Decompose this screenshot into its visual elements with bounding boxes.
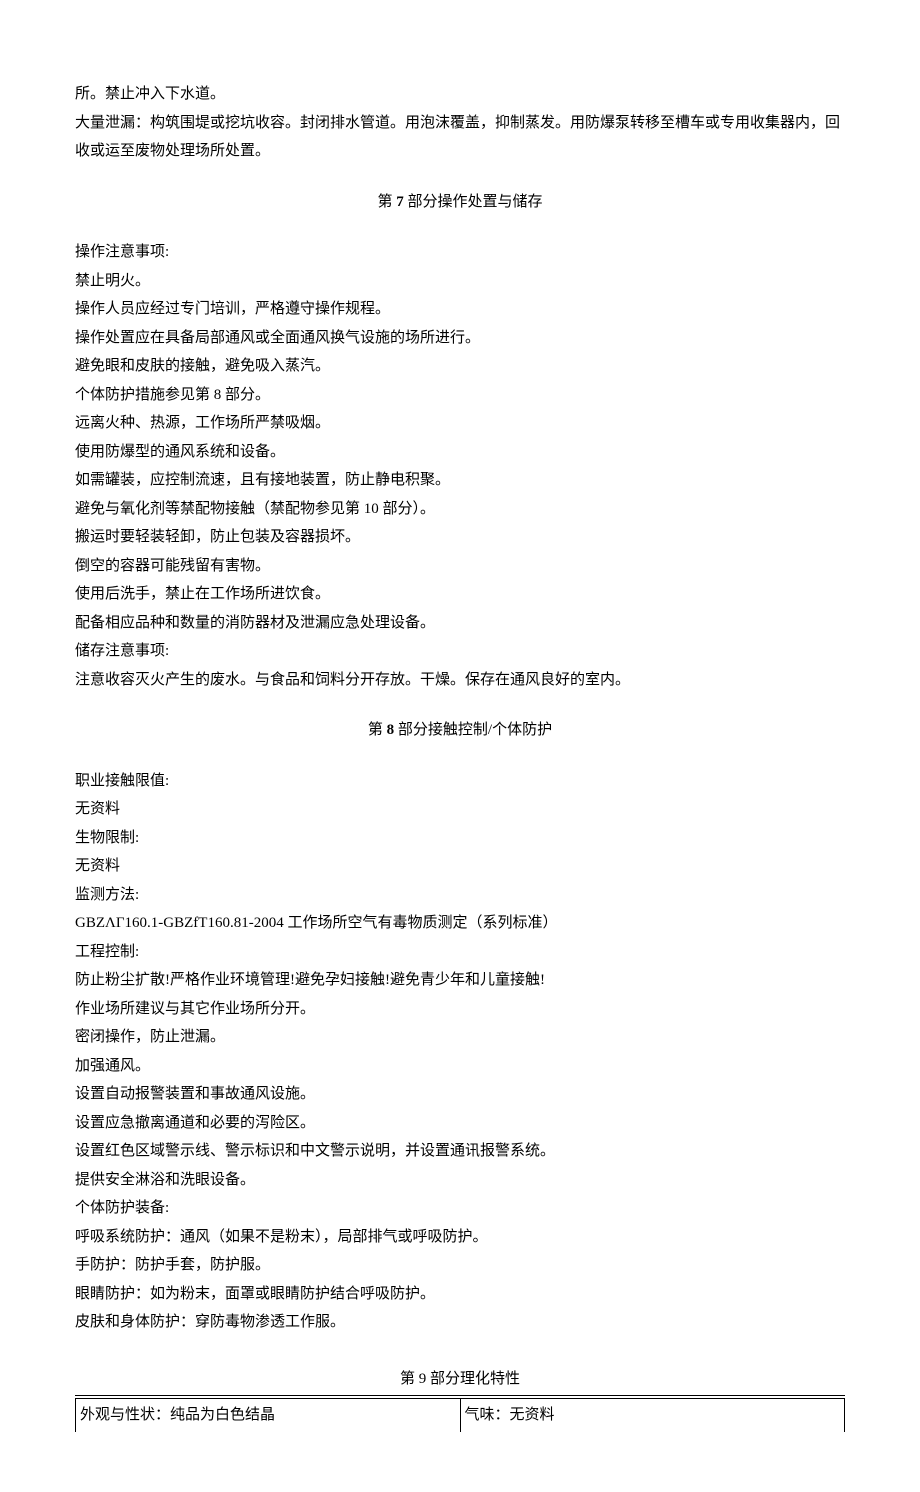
body-text: GBZΛΓ160.1-GBZfT160.81-2004 工作场所空气有毒物质测定…: [75, 909, 845, 938]
body-text: 监测方法:: [75, 881, 845, 910]
properties-table: 外观与性状：纯品为白色结晶 气味：无资料: [75, 1398, 845, 1432]
body-text: 眼睛防护：如为粉末，面罩或眼睛防护结合呼吸防护。: [75, 1280, 845, 1309]
section-9-heading: 第 9 部分理化特性: [75, 1365, 845, 1397]
section-8-body: 职业接触限值: 无资料 生物限制: 无资料 监测方法: GBZΛΓ160.1-G…: [75, 767, 845, 1337]
body-text: 配备相应品种和数量的消防器材及泄漏应急处理设备。: [75, 609, 845, 638]
body-text: 如需罐装，应控制流速，且有接地装置，防止静电积聚。: [75, 466, 845, 495]
section-7-heading: 第 7 部分操作处置与储存: [75, 188, 845, 217]
body-text: 使用后洗手，禁止在工作场所进饮食。: [75, 580, 845, 609]
body-text: 手防护：防护手套，防护服。: [75, 1251, 845, 1280]
body-text: 操作人员应经过专门培训，严格遵守操作规程。: [75, 295, 845, 324]
body-text: 远离火种、热源，工作场所严禁吸烟。: [75, 409, 845, 438]
property-odor: 气味：无资料: [460, 1399, 845, 1432]
body-text: 皮肤和身体防护：穿防毒物渗透工作服。: [75, 1308, 845, 1337]
body-text: 设置应急撤离通道和必要的泻险区。: [75, 1109, 845, 1138]
body-text: 所。禁止冲入下水道。: [75, 80, 845, 109]
body-text: 大量泄漏：构筑围堤或挖坑收容。封闭排水管道。用泡沫覆盖，抑制蒸发。用防爆泵转移至…: [75, 109, 845, 166]
body-text: 防止粉尘扩散!严格作业环境管理!避免孕妇接触!避免青少年和儿童接触!: [75, 966, 845, 995]
body-text: 工程控制:: [75, 938, 845, 967]
section-8-heading: 第 8 部分接触控制/个体防护: [75, 716, 845, 745]
body-text: 呼吸系统防护：通风（如果不是粉末），局部排气或呼吸防护。: [75, 1223, 845, 1252]
body-text: 密闭操作，防止泄漏。: [75, 1023, 845, 1052]
body-text: 倒空的容器可能残留有害物。: [75, 552, 845, 581]
body-text: 注意收容灭火产生的废水。与食品和饲料分开存放。干燥。保存在通风良好的室内。: [75, 666, 845, 695]
heading-prefix: 第: [377, 194, 396, 210]
body-text: 搬运时要轻装轻卸，防止包装及容器损坏。: [75, 523, 845, 552]
leakage-continuation: 所。禁止冲入下水道。 大量泄漏：构筑围堤或挖坑收容。封闭排水管道。用泡沫覆盖，抑…: [75, 80, 845, 166]
heading-suffix: 部分操作处置与储存: [404, 194, 543, 210]
body-text: 生物限制:: [75, 824, 845, 853]
body-text: 避免眼和皮肤的接触，避免吸入蒸汽。: [75, 352, 845, 381]
section-7-body: 操作注意事项: 禁止明火。 操作人员应经过专门培训，严格遵守操作规程。 操作处置…: [75, 238, 845, 694]
body-text: 提供安全淋浴和洗眼设备。: [75, 1166, 845, 1195]
heading-prefix: 第: [368, 722, 387, 738]
body-text: 使用防爆型的通风系统和设备。: [75, 438, 845, 467]
body-text: 个体防护措施参见第 8 部分。: [75, 381, 845, 410]
heading-number: 7: [396, 194, 404, 210]
body-text: 作业场所建议与其它作业场所分开。: [75, 995, 845, 1024]
body-text: 无资料: [75, 852, 845, 881]
body-text: 职业接触限值:: [75, 767, 845, 796]
body-text: 个体防护装备:: [75, 1194, 845, 1223]
body-text: 操作注意事项:: [75, 238, 845, 267]
body-text: 禁止明火。: [75, 267, 845, 296]
body-text: 储存注意事项:: [75, 637, 845, 666]
body-text: 无资料: [75, 795, 845, 824]
body-text: 避免与氧化剂等禁配物接触（禁配物参见第 10 部分）。: [75, 495, 845, 524]
body-text: 设置红色区域警示线、警示标识和中文警示说明，并设置通讯报警系统。: [75, 1137, 845, 1166]
body-text: 设置自动报警装置和事故通风设施。: [75, 1080, 845, 1109]
body-text: 加强通风。: [75, 1052, 845, 1081]
heading-text: 第 9 部分理化特性: [400, 1371, 520, 1387]
body-text: 操作处置应在具备局部通风或全面通风换气设施的场所进行。: [75, 324, 845, 353]
property-appearance: 外观与性状：纯品为白色结晶: [76, 1399, 461, 1432]
heading-suffix: 部分接触控制/个体防护: [394, 722, 552, 738]
table-row: 外观与性状：纯品为白色结晶 气味：无资料: [76, 1399, 845, 1432]
